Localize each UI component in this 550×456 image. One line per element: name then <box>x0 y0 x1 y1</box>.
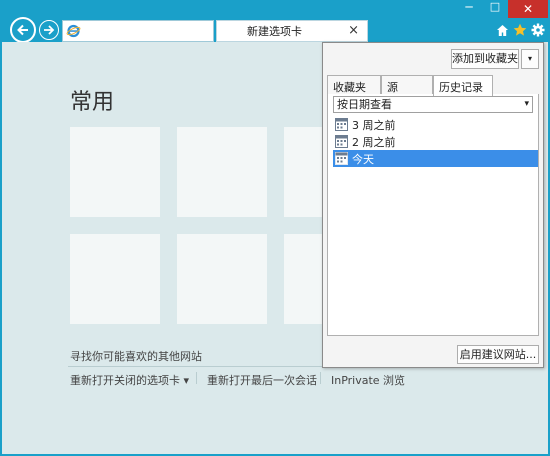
history-item-label: 3 周之前 <box>352 118 396 132</box>
new-tab-button[interactable] <box>370 20 398 42</box>
find-sites-link[interactable]: 寻找你可能喜欢的其他网站 <box>70 348 202 364</box>
frequent-site-tile[interactable] <box>284 127 322 217</box>
history-item-label: 今天 <box>352 152 374 166</box>
back-button[interactable] <box>10 17 36 43</box>
gear-icon[interactable] <box>530 22 546 38</box>
home-icon[interactable] <box>494 22 510 38</box>
tab-favorites[interactable]: 收藏夹 <box>327 75 381 95</box>
history-item-label: 2 周之前 <box>352 135 396 149</box>
history-item-today[interactable]: 今天 <box>333 150 538 167</box>
divider <box>68 366 324 367</box>
chevron-down-icon: ▾ <box>524 99 529 109</box>
tab-history[interactable]: 历史记录 <box>433 75 493 96</box>
frequent-site-tile[interactable] <box>70 234 160 324</box>
minimize-button[interactable]: ─ <box>456 0 482 18</box>
inprivate-link[interactable]: InPrivate 浏览 <box>331 372 405 388</box>
frequent-site-tile[interactable] <box>177 127 267 217</box>
maximize-button[interactable]: □ <box>482 0 508 18</box>
history-item-3-weeks[interactable]: 3 周之前 <box>333 116 538 133</box>
page-title: 常用 <box>70 90 115 115</box>
history-list: 按日期查看 ▾ 3 周之前 2 周之前 今天 <box>327 94 539 336</box>
close-window-button[interactable]: ✕ <box>508 0 548 18</box>
tab-label: 新建选项卡 <box>247 25 302 38</box>
arrow-left-icon <box>17 24 28 36</box>
frequent-site-tile[interactable] <box>177 234 267 324</box>
ie-window: ─ □ ✕ ▾ 新建选项卡 × 常用 <box>0 0 550 456</box>
add-favorites-dropdown[interactable]: ▾ <box>521 49 539 69</box>
frequent-site-tile[interactable] <box>70 127 160 217</box>
separator <box>196 372 197 384</box>
tab-feeds[interactable]: 源 <box>381 75 433 95</box>
close-tab-button[interactable]: × <box>348 23 359 38</box>
tab-new-tab[interactable]: 新建选项卡 × <box>216 20 368 42</box>
ie-logo-icon <box>66 23 81 39</box>
address-input[interactable] <box>81 22 223 40</box>
history-item-2-weeks[interactable]: 2 周之前 <box>333 133 538 150</box>
history-view-select[interactable]: 按日期查看 ▾ <box>333 96 533 113</box>
arrow-right-icon <box>44 25 55 35</box>
favorites-center-panel: 添加到收藏夹 ▾ 收藏夹 源 历史记录 按日期查看 ▾ 3 周之前 2 周之前 … <box>322 42 544 368</box>
view-select-value: 按日期查看 <box>337 98 392 111</box>
enable-suggested-sites-button[interactable]: 启用建议网站... <box>457 345 539 364</box>
address-bar[interactable]: ▾ <box>62 20 249 42</box>
reopen-closed-tabs-link[interactable]: 重新打开关闭的选项卡 ▾ <box>70 372 189 388</box>
frequent-site-tile[interactable] <box>284 234 322 324</box>
star-icon[interactable] <box>512 22 528 38</box>
calendar-icon <box>335 135 348 148</box>
separator <box>320 372 321 384</box>
add-to-favorites-button[interactable]: 添加到收藏夹 <box>451 49 519 69</box>
forward-button[interactable] <box>39 20 59 40</box>
reopen-last-session-link[interactable]: 重新打开最后一次会话 <box>207 372 317 388</box>
calendar-icon <box>335 118 348 131</box>
calendar-icon <box>335 152 348 165</box>
